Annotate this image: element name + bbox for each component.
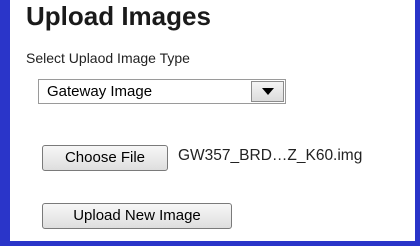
- upload-new-image-button[interactable]: Upload New Image: [42, 203, 232, 229]
- dropdown-arrow-button[interactable]: [251, 81, 284, 102]
- image-type-label: Select Uplaod Image Type: [26, 50, 190, 66]
- upload-panel: Upload Images Select Uplaod Image Type G…: [0, 0, 420, 246]
- chevron-down-icon: [262, 88, 274, 95]
- page-title: Upload Images: [26, 1, 211, 31]
- image-type-selected-value: Gateway Image: [47, 83, 153, 100]
- selected-file-name: GW357_BRD…Z_K60.img: [178, 147, 363, 164]
- choose-file-button[interactable]: Choose File: [42, 145, 168, 171]
- image-type-select[interactable]: Gateway Image: [38, 79, 286, 104]
